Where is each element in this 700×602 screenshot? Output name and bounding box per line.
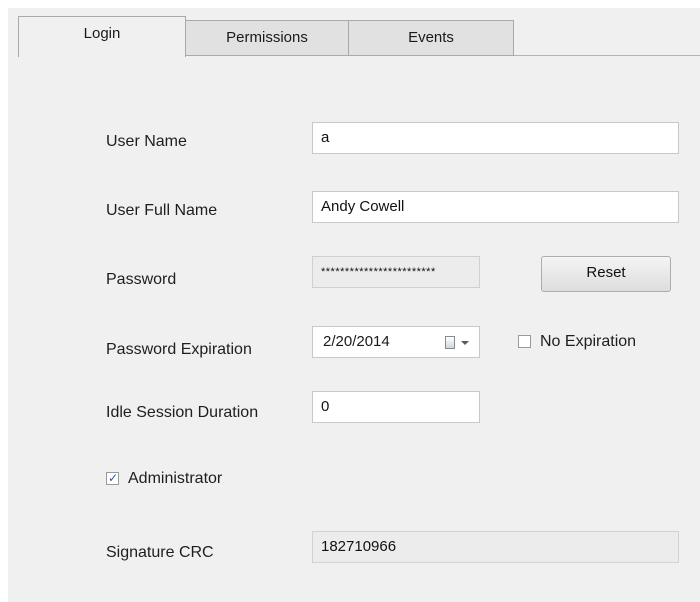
password-expiration-label: Password Expiration: [106, 341, 252, 358]
password-label: Password: [106, 271, 177, 288]
administrator-label: Administrator: [128, 470, 223, 487]
idle-session-duration-label: Idle Session Duration: [106, 404, 259, 421]
signature-crc-label: Signature CRC: [106, 544, 214, 561]
idle-session-duration-input[interactable]: 0: [312, 391, 480, 423]
password-expiration-date-value: 2/20/2014: [323, 333, 390, 350]
password-expiration-date-picker[interactable]: 2/20/2014: [312, 326, 480, 358]
chevron-down-icon[interactable]: [461, 341, 469, 345]
tab-divider: [514, 55, 700, 56]
no-expiration-checkbox[interactable]: [518, 335, 531, 348]
reset-password-button[interactable]: Reset: [541, 256, 671, 292]
user-name-label: User Name: [106, 133, 187, 150]
no-expiration-label: No Expiration: [540, 333, 637, 350]
tab-strip: Login Permissions Events: [8, 8, 700, 57]
window: Login Permissions Events User Name a Use…: [0, 0, 700, 602]
user-name-input[interactable]: a: [312, 122, 679, 154]
tab-login[interactable]: Login: [18, 16, 186, 57]
calendar-icon[interactable]: [445, 336, 455, 349]
administrator-checkbox[interactable]: ✓: [106, 471, 119, 485]
tab-permissions[interactable]: Permissions: [185, 20, 349, 56]
user-full-name-label: User Full Name: [106, 202, 218, 219]
checkmark-icon: ✓: [108, 471, 119, 485]
administrator-checkbox-row[interactable]: ✓ Administrator: [106, 470, 286, 488]
password-input[interactable]: ************************: [312, 256, 480, 288]
no-expiration-checkbox-row[interactable]: No Expiration: [518, 333, 678, 351]
user-full-name-input[interactable]: Andy Cowell: [312, 191, 679, 223]
tab-events[interactable]: Events: [348, 20, 514, 56]
user-properties-panel: Login Permissions Events User Name a Use…: [8, 8, 700, 602]
signature-crc-field: 182710966: [312, 531, 679, 563]
